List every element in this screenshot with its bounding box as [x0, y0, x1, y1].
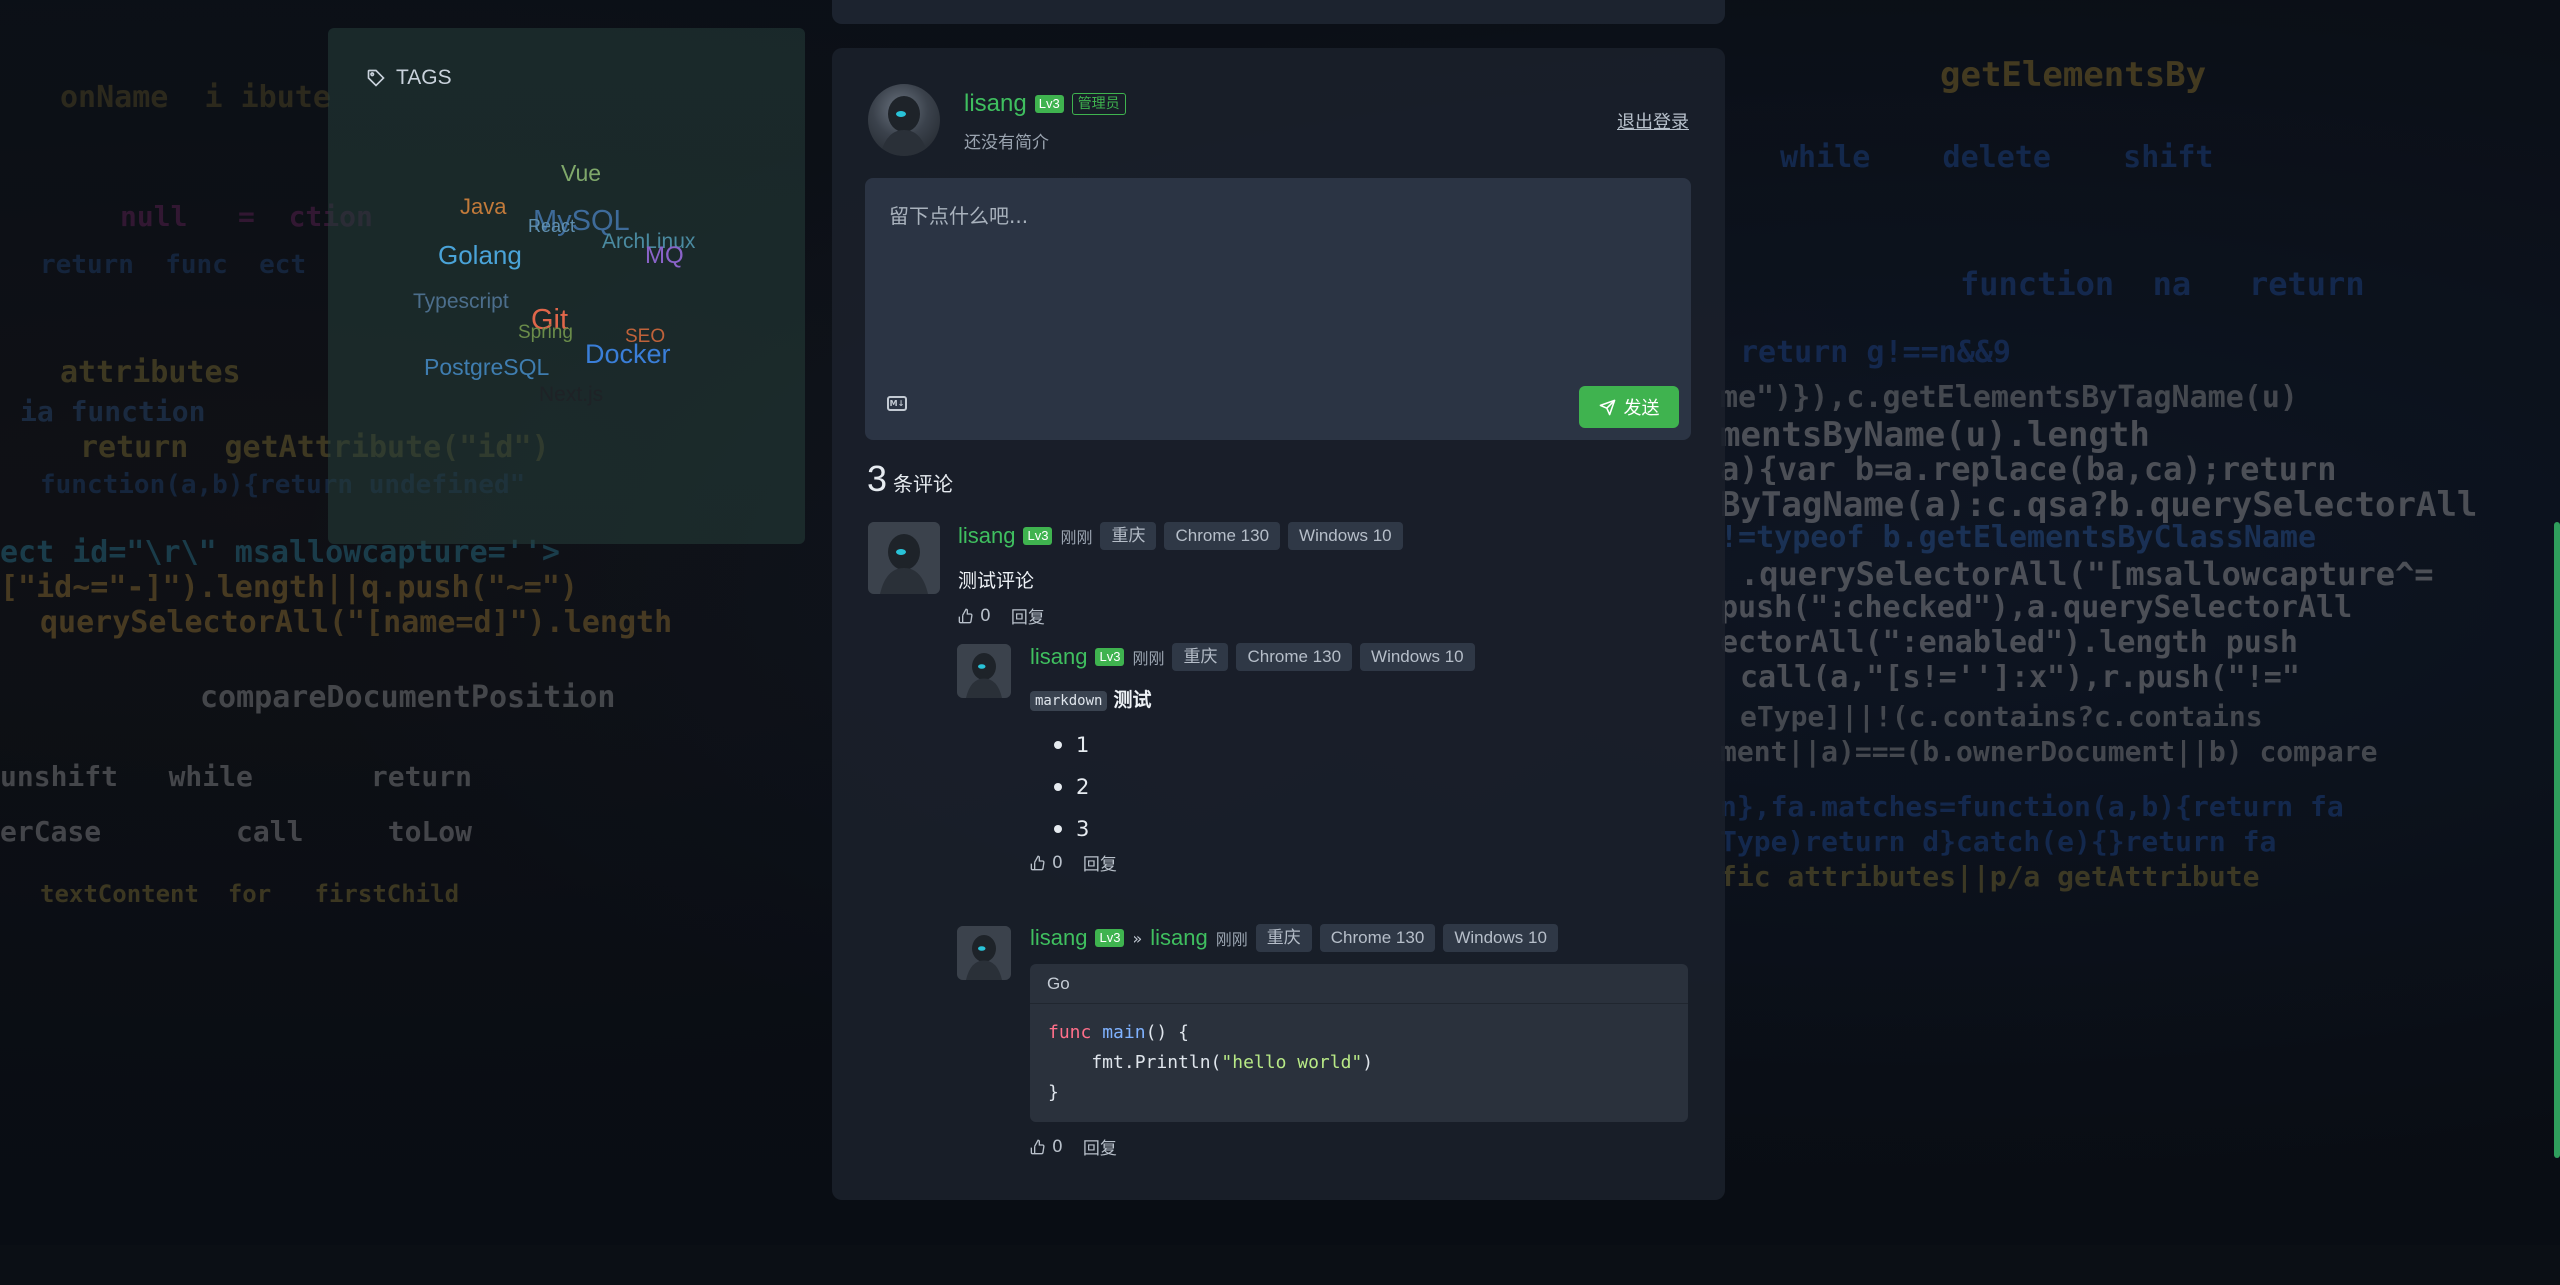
- code-string: "hello world": [1221, 1052, 1363, 1073]
- code-text: ): [1362, 1052, 1374, 1073]
- code-function: main: [1102, 1022, 1146, 1043]
- bullet-list: 1 2 3: [1048, 724, 1690, 850]
- comment-header: lisang Lv3 刚刚 重庆 Chrome 130 Windows 10: [1030, 641, 1690, 673]
- comment-avatar[interactable]: [957, 644, 1011, 698]
- location-chip: 重庆: [1255, 924, 1312, 952]
- location-chip: 重庆: [1100, 522, 1157, 550]
- comment-username[interactable]: lisang: [958, 523, 1015, 549]
- like-count: 0: [1052, 1136, 1063, 1157]
- comment-actions: 0 回复: [1030, 850, 1690, 875]
- send-button[interactable]: 发送: [1579, 386, 1679, 428]
- comment-time: 刚刚: [1060, 528, 1093, 547]
- tag-icon: [366, 68, 386, 88]
- comment-title: 测试: [1113, 689, 1152, 711]
- like-button[interactable]: 0: [1030, 1137, 1063, 1157]
- code-text: }: [1048, 1082, 1059, 1103]
- tag-mq[interactable]: MQ: [645, 242, 684, 270]
- comment-item: lisang Lv3 » lisang 刚刚 重庆 Chrome 130 Win…: [1030, 922, 1690, 1159]
- reply-to-icon: »: [1132, 928, 1143, 948]
- os-chip: Windows 10: [1288, 522, 1403, 550]
- like-button[interactable]: 0: [958, 606, 991, 626]
- tag-nextjs[interactable]: Next.js: [539, 383, 603, 407]
- comment-header: lisang Lv3 » lisang 刚刚 重庆 Chrome 130 Win…: [1030, 922, 1690, 954]
- location-chip: 重庆: [1172, 643, 1229, 671]
- tag-react[interactable]: React: [528, 216, 575, 237]
- tag-vue[interactable]: Vue: [561, 160, 601, 187]
- comment-item: lisang Lv3 刚刚 重庆 Chrome 130 Windows 10 m…: [1030, 641, 1690, 875]
- code-text: () {: [1145, 1022, 1189, 1043]
- comment-username[interactable]: lisang: [1030, 925, 1087, 951]
- comment-time: 刚刚: [1215, 930, 1248, 949]
- admin-badge: 管理员: [1071, 93, 1126, 115]
- comment-input[interactable]: [865, 178, 1691, 378]
- code-keyword: func: [1048, 1022, 1092, 1043]
- previous-card-edge: [832, 0, 1725, 24]
- comment-username[interactable]: lisang: [1030, 644, 1087, 670]
- comment-actions: 0 回复: [958, 603, 1698, 628]
- reply-button[interactable]: 回复: [1011, 603, 1045, 628]
- profile-bio: 还没有简介: [964, 133, 1049, 153]
- send-label: 发送: [1623, 398, 1660, 419]
- like-button[interactable]: 0: [1030, 853, 1063, 873]
- list-item: 2: [1048, 766, 1690, 808]
- code-content: func main() { fmt.Println("hello world")…: [1030, 1004, 1688, 1122]
- comment-content: 测试评论: [958, 570, 1035, 592]
- code-block: Go func main() { fmt.Println("hello worl…: [1030, 964, 1688, 1122]
- comment-count-number: 3: [867, 458, 888, 499]
- tag-postgresql[interactable]: PostgreSQL: [424, 354, 549, 381]
- tag-docker[interactable]: Docker: [585, 339, 671, 370]
- thumbs-up-icon: [1030, 1139, 1045, 1154]
- comment-time: 刚刚: [1132, 649, 1165, 668]
- tag-golang[interactable]: Golang: [438, 240, 522, 271]
- reply-button[interactable]: 回复: [1083, 1134, 1117, 1159]
- comment-count: 3 条评论: [867, 458, 953, 500]
- tags-title: TAGS: [396, 66, 452, 89]
- send-icon: [1599, 399, 1615, 415]
- avatar[interactable]: [868, 84, 940, 156]
- markdown-tag: markdown: [1030, 690, 1108, 711]
- list-item: 1: [1048, 724, 1690, 766]
- code-text: fmt.Println(: [1048, 1052, 1222, 1073]
- profile-name-row: lisang Lv3 管理员: [964, 90, 1126, 118]
- like-count: 0: [1052, 852, 1063, 873]
- bottom-bar: [0, 1245, 2560, 1285]
- thumbs-up-icon: [958, 608, 973, 623]
- level-badge: Lv3: [1023, 527, 1053, 545]
- browser-chip: Chrome 130: [1164, 522, 1281, 550]
- tag-typescript[interactable]: Typescript: [413, 290, 509, 314]
- tags-panel: TAGS Vue Java MySQL React ArchLinux Gola…: [328, 28, 805, 544]
- comment-count-label: 条评论: [893, 472, 954, 496]
- logout-link[interactable]: 退出登录: [1617, 108, 1689, 134]
- reply-button[interactable]: 回复: [1083, 850, 1117, 875]
- markdown-icon[interactable]: M↓: [887, 396, 907, 411]
- reply-to-username[interactable]: lisang: [1150, 925, 1207, 951]
- level-badge: Lv3: [1095, 929, 1125, 947]
- comment-item: lisang Lv3 刚刚 重庆 Chrome 130 Windows 10 测…: [958, 520, 1698, 628]
- comment-avatar[interactable]: [868, 522, 940, 594]
- like-count: 0: [980, 605, 991, 626]
- comment-content: markdown 测试: [1030, 685, 1690, 712]
- comment-header: lisang Lv3 刚刚 重庆 Chrome 130 Windows 10: [958, 520, 1698, 552]
- comment-editor: M↓ 发送: [865, 178, 1691, 440]
- os-chip: Windows 10: [1443, 924, 1558, 952]
- browser-chip: Chrome 130: [1319, 924, 1436, 952]
- tag-java[interactable]: Java: [460, 194, 506, 220]
- comment-actions: 0 回复: [1030, 1134, 1690, 1159]
- level-badge: Lv3: [1034, 95, 1064, 113]
- browser-chip: Chrome 130: [1236, 643, 1353, 671]
- level-badge: Lv3: [1095, 648, 1125, 666]
- code-language: Go: [1030, 964, 1688, 1004]
- tags-header: TAGS: [366, 66, 452, 90]
- page-scrollbar[interactable]: [2554, 522, 2560, 1158]
- comments-card: lisang Lv3 管理员 还没有简介 退出登录 M↓ 发送 3条评论 lis…: [832, 48, 1725, 1200]
- list-item: 3: [1048, 808, 1690, 850]
- tag-spring[interactable]: Spring: [518, 322, 573, 344]
- comment-avatar[interactable]: [957, 926, 1011, 980]
- profile-username[interactable]: lisang: [964, 90, 1027, 118]
- thumbs-up-icon: [1030, 855, 1045, 870]
- os-chip: Windows 10: [1360, 643, 1475, 671]
